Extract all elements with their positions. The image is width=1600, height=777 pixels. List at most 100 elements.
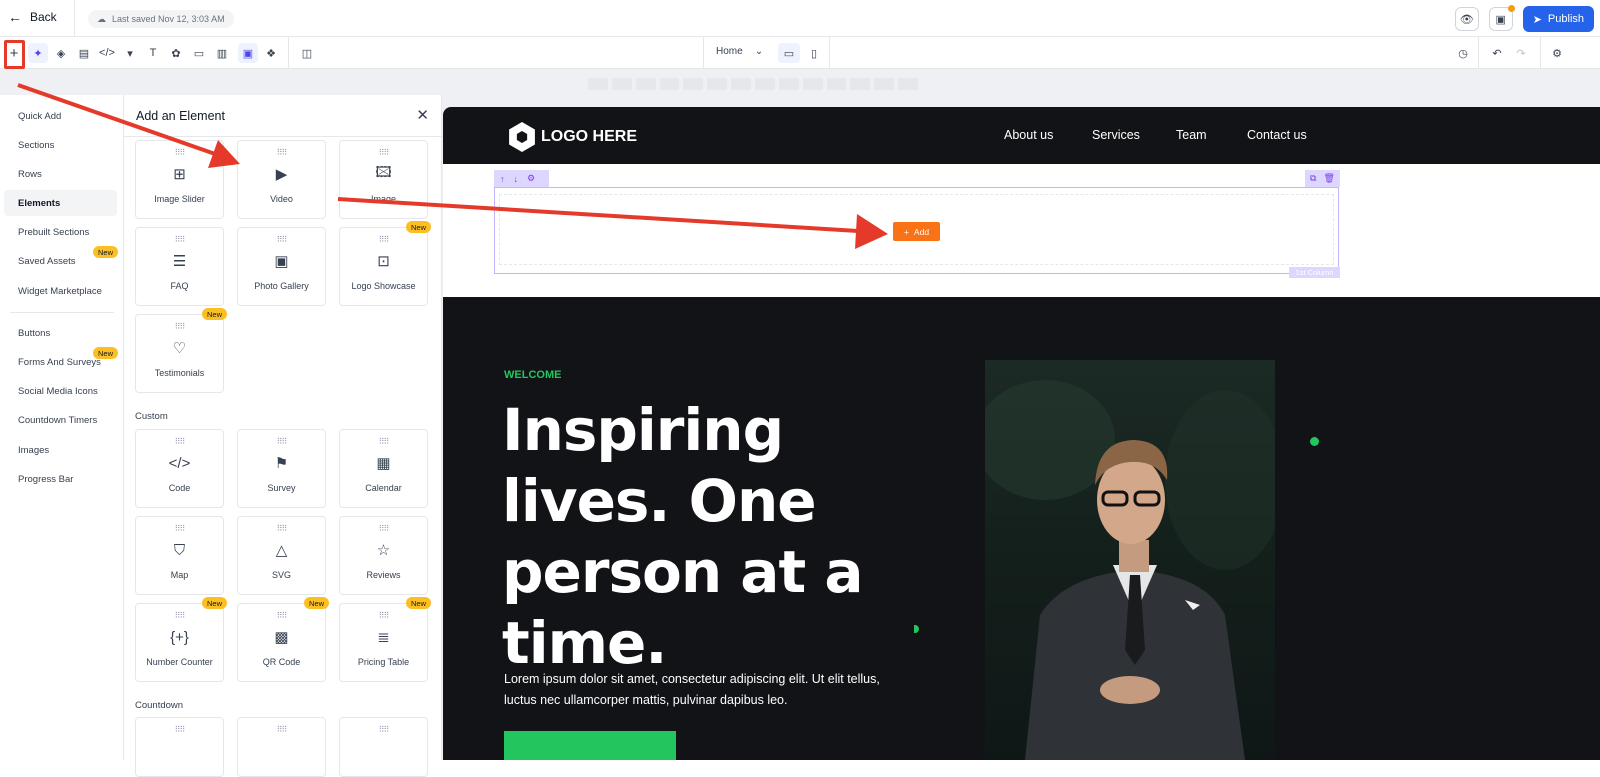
mobile-view-button[interactable]: ▯ <box>803 43 825 63</box>
element-card-reviews[interactable]: ⠿⠿ ☆ Reviews <box>339 516 428 595</box>
logo-text: LOGO HERE <box>541 128 638 145</box>
element-card-image-slider[interactable]: ⠿⠿ ⊞ Image Slider <box>135 140 224 219</box>
element-card-code[interactable]: ⠿⠿ </> Code <box>135 429 224 508</box>
svg-icon: △ <box>275 542 288 559</box>
element-card-testimonials[interactable]: ⠿⠿ ♡ Testimonials New <box>135 308 227 393</box>
nav-sections[interactable]: Sections <box>4 132 117 158</box>
site-nav-contact[interactable]: Contact us <box>1247 128 1307 142</box>
style-button[interactable]: ▾ <box>120 43 140 63</box>
element-card-svg[interactable]: ⠿⠿ △ SVG <box>237 516 326 595</box>
nav-link-label: Team <box>1176 128 1207 142</box>
tracking-code-button[interactable]: ▣ <box>238 43 258 63</box>
nav-elements[interactable]: Elements <box>4 190 117 216</box>
divider <box>829 37 830 68</box>
nav-label: Social Media Icons <box>18 385 98 397</box>
settings-button[interactable]: ⚙ <box>1547 43 1567 63</box>
pages-button[interactable]: ▤ <box>74 43 94 63</box>
add-element-button[interactable]: + Add <box>893 222 940 241</box>
desktop-view-button[interactable]: ▭ <box>778 43 800 63</box>
save-button[interactable]: ▣ <box>1488 5 1515 31</box>
site-nav-team[interactable]: Team <box>1176 128 1207 142</box>
nav-buttons[interactable]: Buttons <box>4 320 117 346</box>
element-categories: Quick Add Sections Rows Elements Prebuil… <box>0 95 124 760</box>
drag-handle-icon: ⠿⠿ <box>174 725 186 734</box>
back-button[interactable]: ← Back <box>8 9 57 25</box>
last-saved-text: Last saved Nov 12, 3:03 AM <box>112 14 225 24</box>
nav-images[interactable]: Images <box>4 437 117 463</box>
undo-button[interactable]: ↶ <box>1487 43 1507 63</box>
form-icon: ▥ <box>216 47 228 60</box>
divider <box>74 0 75 37</box>
decorative-dot <box>914 625 919 633</box>
nav-countdown-timers[interactable]: Countdown Timers <box>4 407 117 433</box>
card-label: QR Code <box>262 657 301 667</box>
photo-gallery-icon: ▣ <box>274 253 289 270</box>
element-card-photo-gallery[interactable]: ⠿⠿ ▣ Photo Gallery <box>237 227 326 306</box>
element-card-survey[interactable]: ⠿⠿ ⚑ Survey <box>237 429 326 508</box>
element-card-countdown[interactable]: ⠿⠿ <box>339 717 428 777</box>
nav-social-media-icons[interactable]: Social Media Icons <box>4 378 117 404</box>
layout-button[interactable]: ▭ <box>189 43 209 63</box>
custom-code-button[interactable]: </> <box>97 43 117 63</box>
split-view-button[interactable]: ◫ <box>297 43 317 63</box>
nav-progress-bar[interactable]: Progress Bar <box>4 466 117 492</box>
integrations-button[interactable]: ❖ <box>261 43 281 63</box>
drag-handle-icon: ⠿⠿ <box>174 148 186 157</box>
element-card-qr-code[interactable]: ⠿⠿ ▩ QR Code New <box>237 597 329 682</box>
close-icon: ✕ <box>416 107 429 124</box>
redo-button[interactable]: ↷ <box>1511 43 1531 63</box>
element-card-calendar[interactable]: ⠿⠿ ▦ Calendar <box>339 429 428 508</box>
page-selector[interactable]: Home ⌄ <box>716 46 763 57</box>
image-slider-icon: ⊞ <box>173 166 186 183</box>
nav-label: Widget Marketplace <box>18 285 102 297</box>
new-badge: New <box>202 597 227 609</box>
element-card-faq[interactable]: ⠿⠿ ☰ FAQ <box>135 227 224 306</box>
colors-button[interactable]: ✿ <box>166 43 186 63</box>
element-card-video[interactable]: ⠿⠿ ▶ Video <box>237 140 326 219</box>
star-icon: ☆ <box>376 542 391 559</box>
site-nav-services[interactable]: Services <box>1092 128 1140 142</box>
column-badge: 1st Column <box>1289 267 1340 278</box>
element-card-number-counter[interactable]: ⠿⠿ {+} Number Counter New <box>135 597 227 682</box>
trash-icon[interactable]: 🗑 <box>1323 173 1334 184</box>
element-card-countdown[interactable]: ⠿⠿ <box>237 717 326 777</box>
nav-label: Images <box>18 444 50 456</box>
element-card-image[interactable]: ⠿⠿ 🖾 Image <box>339 140 428 219</box>
nav-widget-marketplace[interactable]: Widget Marketplace <box>4 278 117 304</box>
preview-button[interactable]: 👁 <box>1454 7 1479 31</box>
move-down-icon[interactable]: ↓ <box>514 174 519 184</box>
typography-button[interactable]: T <box>143 43 163 63</box>
nav-prebuilt-sections[interactable]: Prebuilt Sections <box>4 219 117 245</box>
element-card-countdown[interactable]: ⠿⠿ <box>135 717 224 777</box>
new-badge: New <box>93 246 118 258</box>
site-logo[interactable]: LOGO HERE <box>507 122 637 152</box>
nav-quick-add[interactable]: Quick Add <box>4 103 117 129</box>
nav-rows[interactable]: Rows <box>4 161 117 187</box>
video-icon: ▶ <box>275 166 288 183</box>
element-card-pricing-table[interactable]: ⠿⠿ ≣ Pricing Table New <box>339 597 431 682</box>
history-button[interactable]: ◷ <box>1453 43 1473 63</box>
card-label: Map <box>170 570 189 580</box>
move-up-icon[interactable]: ↑ <box>500 174 505 184</box>
nav-label: Saved Assets <box>18 255 76 267</box>
close-button[interactable]: ✕ <box>416 106 429 124</box>
gear-icon[interactable]: ⚙ <box>527 173 535 184</box>
custom-heading: Custom <box>135 411 168 422</box>
layers-button[interactable]: ◈ <box>51 43 71 63</box>
element-card-logo-showcase[interactable]: ⠿⠿ ⊡ Logo Showcase New <box>339 221 431 306</box>
eye-icon: 👁 <box>1459 13 1474 26</box>
drag-handle-icon: ⠿⠿ <box>378 524 390 533</box>
calendar-icon: ▦ <box>376 455 391 472</box>
element-card-map[interactable]: ⠿⠿ ⛉ Map <box>135 516 224 595</box>
paint-icon: ▾ <box>127 47 133 60</box>
site-nav-about[interactable]: About us <box>1004 128 1053 142</box>
drag-handle-icon: ⠿⠿ <box>174 524 186 533</box>
columns-icon: ◫ <box>301 47 313 60</box>
copy-icon[interactable]: ⧉ <box>1310 173 1316 184</box>
hero-cta-button[interactable] <box>504 731 676 760</box>
forms-button[interactable]: ▥ <box>212 43 232 63</box>
save-icon: ▣ <box>1495 13 1506 26</box>
ai-button[interactable]: ✦ <box>28 43 48 63</box>
publish-button[interactable]: ➤ Publish <box>1522 6 1594 32</box>
faq-icon: ☰ <box>172 253 187 270</box>
